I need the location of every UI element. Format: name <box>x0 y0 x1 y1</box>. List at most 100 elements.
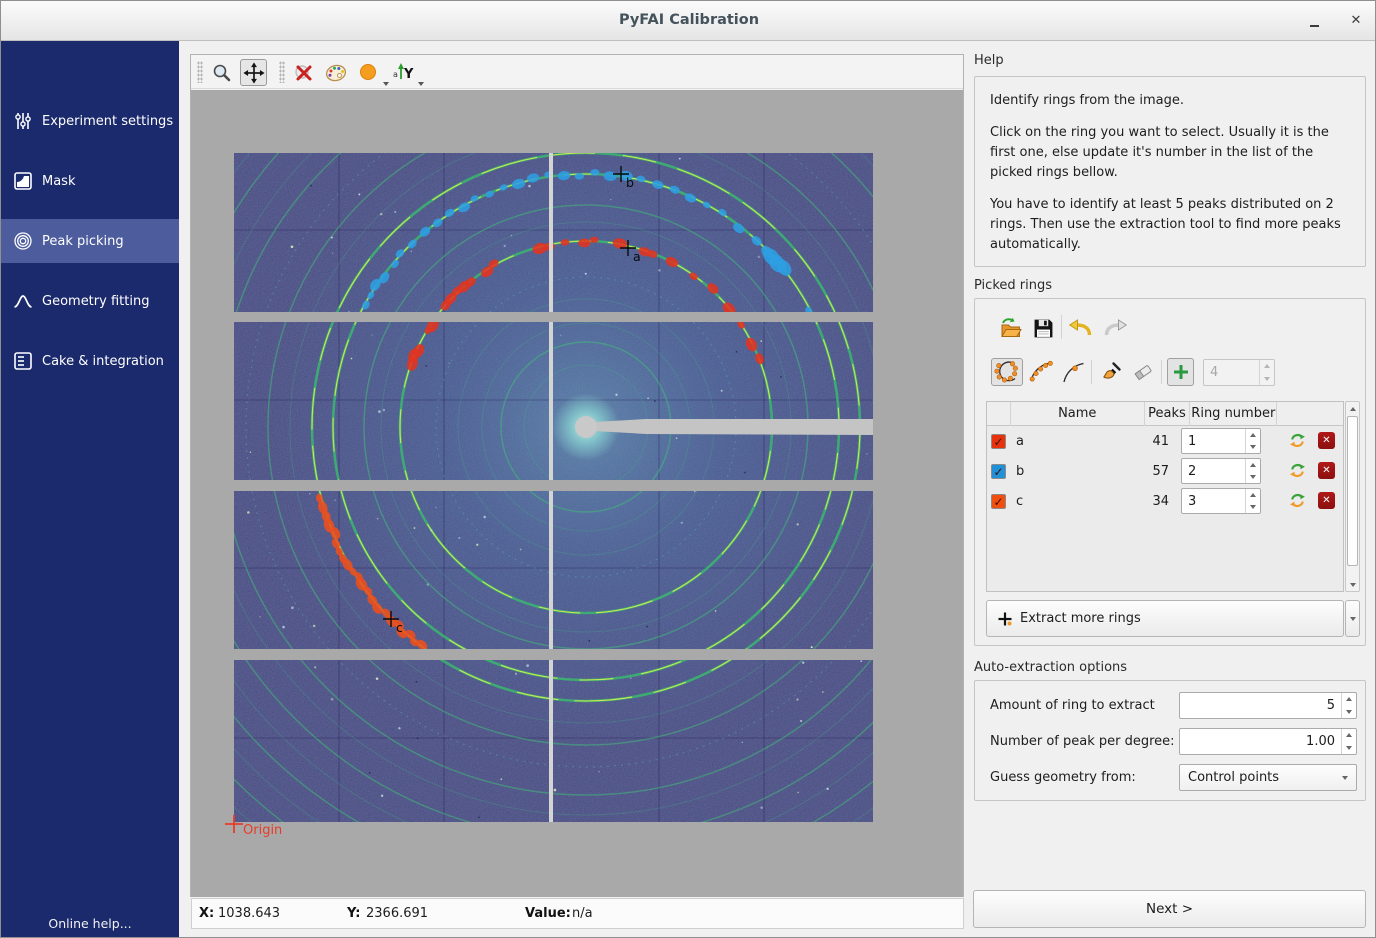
refresh-icon <box>1289 462 1306 479</box>
zoom-tool-button[interactable] <box>208 59 235 86</box>
ring-color-checkbox[interactable] <box>991 464 1006 479</box>
dropdown-caret-icon <box>1342 776 1348 780</box>
dropdown-caret-icon <box>383 82 389 86</box>
y-value: 2366.691 <box>366 906 428 921</box>
toolbar-separator <box>1161 360 1162 384</box>
sidebar-item-experiment-settings[interactable]: Experiment settings <box>1 99 179 143</box>
pick-ring-tool-button[interactable] <box>991 358 1023 386</box>
scroll-down-icon[interactable] <box>1346 578 1359 591</box>
new-ring-number-spinbox[interactable]: 4 <box>1203 359 1275 386</box>
spin-down-button[interactable] <box>1246 501 1260 513</box>
extract-options-dropdown[interactable] <box>1345 600 1360 637</box>
help-section-title: Help <box>974 53 1004 68</box>
red-cross-icon <box>293 62 315 84</box>
spin-down-button[interactable] <box>1246 471 1260 483</box>
header-actions[interactable] <box>1277 402 1343 426</box>
close-button[interactable]: ✕ <box>1343 9 1369 33</box>
delete-ring-button[interactable] <box>1318 492 1335 509</box>
sidebar-item-label: Geometry fitting <box>42 294 149 309</box>
undo-arrow-icon <box>1068 318 1094 338</box>
scrollbar-thumb[interactable] <box>1347 416 1358 566</box>
help-box: Identify rings from the image. Click on … <box>974 76 1366 267</box>
point-select-icon <box>1060 360 1086 384</box>
undo-button[interactable] <box>1067 314 1095 342</box>
pan-tool-button[interactable] <box>240 59 267 86</box>
value-label: Value: <box>525 906 571 921</box>
combo-value: Control points <box>1188 770 1342 785</box>
save-rings-button[interactable] <box>1029 314 1057 342</box>
sidebar-item-label: Peak picking <box>42 234 124 249</box>
spin-down-button[interactable] <box>1260 373 1274 386</box>
y-label: Y: <box>347 906 360 921</box>
minimize-icon <box>1310 25 1319 27</box>
delete-ring-button[interactable] <box>1318 462 1335 479</box>
header-color-col[interactable] <box>987 402 1011 426</box>
help-paragraph: Click on the ring you want to select. Us… <box>990 123 1350 183</box>
brush-tool-button[interactable] <box>1097 358 1125 386</box>
toolbar-drag-handle[interactable] <box>279 61 285 83</box>
ring-number-spinbox[interactable]: 1 <box>1181 428 1261 454</box>
table-scrollbar[interactable] <box>1345 401 1360 592</box>
ring-select-icon <box>994 360 1020 384</box>
svg-text:a: a <box>393 70 398 79</box>
svg-text:c: c <box>396 620 403 635</box>
refresh-icon <box>1289 492 1306 509</box>
plot-toolbar: aY <box>191 55 963 89</box>
extract-more-rings-button[interactable]: Extract more rings <box>986 600 1344 637</box>
delete-ring-button[interactable] <box>1318 432 1335 449</box>
spin-value: 1 <box>1182 429 1245 453</box>
ring-peaks: 34 <box>1135 494 1181 509</box>
spin-value: 5 <box>1180 693 1341 718</box>
sidebar-item-mask[interactable]: Mask <box>1 159 179 203</box>
spin-up-button[interactable] <box>1246 429 1260 441</box>
header-peaks[interactable]: Peaks <box>1145 402 1191 426</box>
table-row[interactable]: b 57 2 <box>987 456 1343 486</box>
refresh-ring-button[interactable] <box>1289 492 1306 509</box>
clear-selection-button[interactable] <box>290 59 317 86</box>
pick-arc-tool-button[interactable] <box>1027 358 1055 386</box>
toolbar-drag-handle[interactable] <box>197 61 203 83</box>
table-row[interactable]: c 34 3 <box>987 486 1343 516</box>
guess-geometry-combobox[interactable]: Control points <box>1179 764 1357 791</box>
refresh-ring-button[interactable] <box>1289 462 1306 479</box>
add-ring-button[interactable] <box>1167 358 1194 386</box>
header-ring-number[interactable]: Ring number <box>1190 402 1277 426</box>
header-name[interactable]: Name <box>1011 402 1145 426</box>
open-rings-button[interactable] <box>997 314 1025 342</box>
spin-up-button[interactable] <box>1342 693 1356 706</box>
spin-down-button[interactable] <box>1246 441 1260 453</box>
table-row[interactable]: a 41 1 <box>987 426 1343 456</box>
ring-amount-spinbox[interactable]: 5 <box>1179 692 1357 719</box>
next-button[interactable]: Next > <box>973 890 1366 928</box>
scroll-up-icon[interactable] <box>1346 402 1359 415</box>
diffraction-image[interactable]: abcOrigin <box>191 90 963 897</box>
refresh-ring-button[interactable] <box>1289 432 1306 449</box>
colormap-button[interactable] <box>322 59 349 86</box>
brush-icon <box>1100 361 1122 383</box>
spin-up-button[interactable] <box>1246 489 1260 501</box>
marker-color-button[interactable] <box>355 59 382 86</box>
pick-point-tool-button[interactable] <box>1059 358 1087 386</box>
minimize-button[interactable] <box>1301 9 1327 33</box>
sidebar-item-label: Experiment settings <box>42 114 173 129</box>
axis-orientation-button[interactable]: aY <box>390 59 417 86</box>
redo-arrow-icon <box>1102 318 1128 338</box>
ring-color-checkbox[interactable] <box>991 494 1006 509</box>
spin-up-button[interactable] <box>1246 459 1260 471</box>
spin-value: 2 <box>1182 459 1245 483</box>
spin-up-button[interactable] <box>1342 729 1356 742</box>
sidebar-item-geometry-fitting[interactable]: Geometry fitting <box>1 279 179 323</box>
spin-up-button[interactable] <box>1260 360 1274 373</box>
sidebar-item-cake-integration[interactable]: Cake & integration <box>1 339 179 383</box>
help-paragraph: Identify rings from the image. <box>990 91 1350 111</box>
spin-down-button[interactable] <box>1342 706 1356 719</box>
spin-down-button[interactable] <box>1342 742 1356 755</box>
ring-color-checkbox[interactable] <box>991 434 1006 449</box>
ring-number-spinbox[interactable]: 2 <box>1181 458 1261 484</box>
redo-button[interactable] <box>1101 314 1129 342</box>
peak-per-degree-spinbox[interactable]: 1.00 <box>1179 728 1357 755</box>
ring-number-spinbox[interactable]: 3 <box>1181 488 1261 514</box>
online-help-link[interactable]: Online help... <box>1 916 179 931</box>
eraser-tool-button[interactable] <box>1129 358 1157 386</box>
sidebar-item-peak-picking[interactable]: Peak picking <box>1 219 179 263</box>
